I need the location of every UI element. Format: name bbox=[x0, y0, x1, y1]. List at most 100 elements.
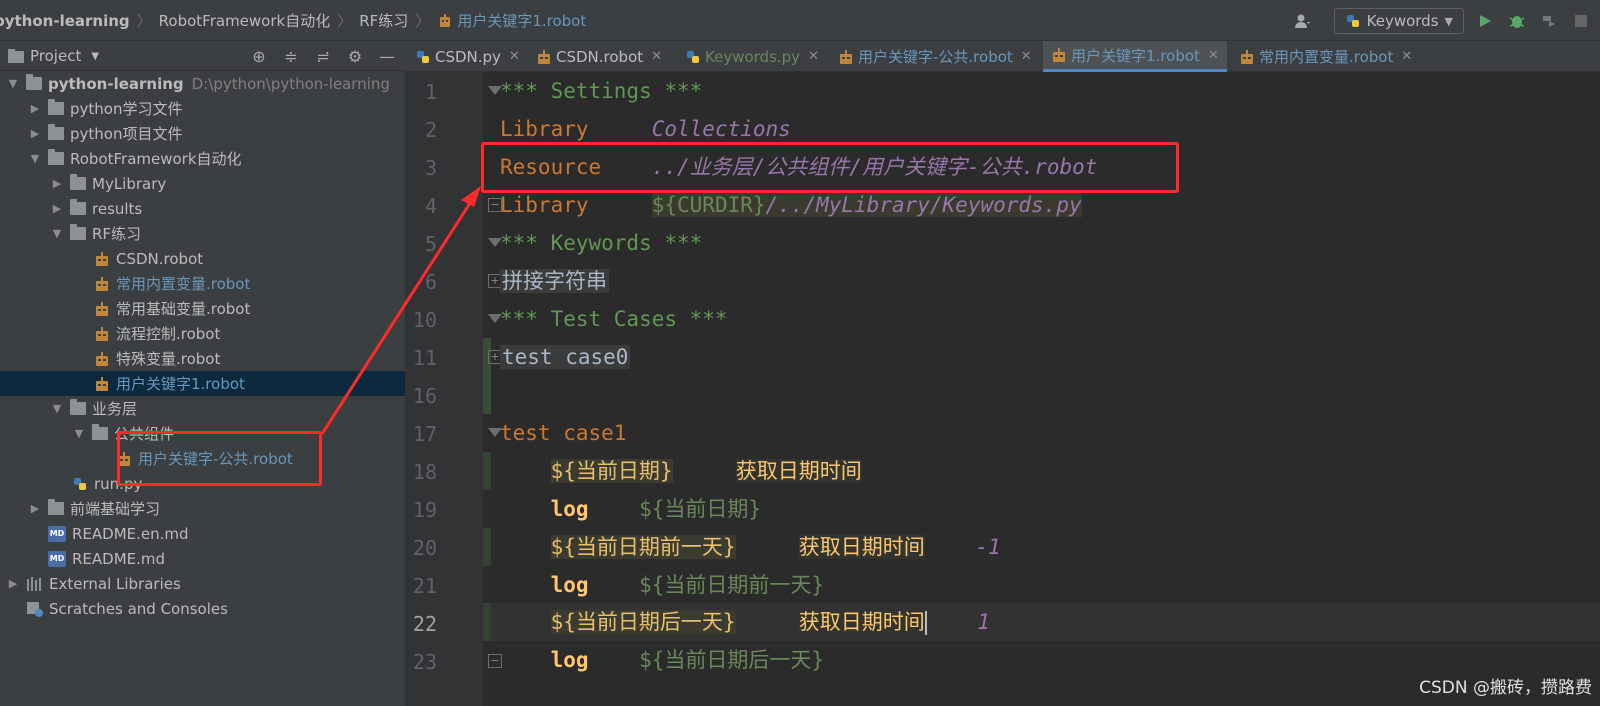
chevron-down-icon[interactable]: ▼ bbox=[28, 152, 42, 166]
tree-item-folder[interactable]: ▼ RobotFramework自动化 bbox=[0, 146, 405, 171]
breadcrumb-subfolder[interactable]: RF练习 bbox=[359, 10, 408, 31]
line-number: 3 bbox=[424, 156, 437, 180]
chevron-right-icon[interactable]: ▶ bbox=[50, 177, 64, 191]
tree-item-folder[interactable]: ▶ 前端基础学习 bbox=[0, 496, 405, 521]
collapse-all-icon[interactable]: ≓ bbox=[313, 46, 333, 66]
tab-keywords-py[interactable]: Keywords.py ✕ bbox=[677, 41, 827, 72]
chevron-down-icon[interactable]: ▼ bbox=[6, 77, 20, 91]
chevron-right-icon[interactable]: ▶ bbox=[6, 577, 20, 591]
tree-item-file[interactable]: MD README.md bbox=[0, 546, 405, 571]
chevron-down-icon[interactable]: ▼ bbox=[72, 427, 86, 441]
project-panel-header: Project ▼ ⊕ ≑ ≓ ⚙ — bbox=[0, 41, 405, 71]
tree-item-file[interactable]: CSDN.robot bbox=[0, 246, 405, 271]
tree-item-project-root[interactable]: ▼ python-learning D:\python\python-learnin… bbox=[0, 71, 405, 96]
code-line[interactable]: log ${当前日期前一天} bbox=[500, 566, 824, 604]
debug-icon[interactable] bbox=[1506, 10, 1528, 32]
folded-test-case[interactable]: test case0 bbox=[500, 345, 631, 369]
locate-icon[interactable]: ⊕ bbox=[249, 46, 269, 66]
tree-item-label: 业务层 bbox=[92, 400, 138, 418]
scratches-icon bbox=[27, 601, 43, 617]
code-line[interactable]: log ${当前日期} bbox=[500, 490, 761, 528]
setting-keyword: Library bbox=[500, 193, 589, 217]
tree-item-folder[interactable]: ▶ MyLibrary bbox=[0, 171, 405, 196]
expand-all-icon[interactable]: ≑ bbox=[281, 46, 301, 66]
code-line[interactable]: *** Keywords *** bbox=[500, 224, 702, 262]
close-icon[interactable]: ✕ bbox=[808, 49, 819, 64]
code-line[interactable]: test case1 bbox=[500, 414, 626, 452]
editor-tab-bar: CSDN.py ✕ CSDN.robot ✕ Keywords.py ✕ 用户关键字-… bbox=[405, 41, 1600, 72]
line-number: 10 bbox=[412, 308, 437, 332]
tree-item-folder[interactable]: ▶ python学习文件 bbox=[0, 96, 405, 121]
folded-keyword[interactable]: 拼接字符串 bbox=[500, 269, 609, 293]
robot-file-icon bbox=[96, 301, 108, 316]
tree-item-file[interactable]: MD README.en.md bbox=[0, 521, 405, 546]
project-view-selector[interactable]: Project ▼ bbox=[8, 47, 99, 65]
chevron-down-icon[interactable]: ▼ bbox=[50, 227, 64, 241]
tab-user-keywords-1[interactable]: 用户关键字1.robot ✕ bbox=[1043, 41, 1227, 72]
code-line[interactable]: *** Settings *** bbox=[500, 72, 702, 110]
chevron-right-icon: 〉 bbox=[136, 12, 152, 30]
code-line[interactable]: *** Test Cases *** bbox=[500, 300, 728, 338]
run-icon[interactable] bbox=[1474, 10, 1496, 32]
gear-icon[interactable]: ⚙ bbox=[345, 46, 365, 66]
close-icon[interactable]: ✕ bbox=[1208, 48, 1219, 63]
tab-label: CSDN.py bbox=[435, 47, 501, 66]
breadcrumb-file[interactable]: 用户关键字1.robot bbox=[457, 10, 586, 31]
minimize-icon[interactable]: — bbox=[377, 46, 397, 66]
tree-item-file-selected[interactable]: 用户关键字1.robot bbox=[0, 371, 405, 396]
code-line[interactable]: ${当前日期前一天} 获取日期时间 -1 bbox=[500, 528, 1001, 566]
variable: ${当前日期前一天} bbox=[550, 535, 736, 559]
tree-item-folder[interactable]: ▼ RF练习 bbox=[0, 221, 405, 246]
tree-item-label: 常用内置变量.robot bbox=[116, 275, 251, 293]
tab-builtin-variables[interactable]: 常用内置变量.robot ✕ bbox=[1231, 41, 1420, 72]
code-line[interactable]: test case0 bbox=[500, 338, 631, 376]
close-icon[interactable]: ✕ bbox=[509, 49, 520, 64]
tree-item-file[interactable]: 常用内置变量.robot bbox=[0, 271, 405, 296]
line-number: 18 bbox=[412, 460, 437, 484]
tree-item-external-libraries[interactable]: ▶ External Libraries bbox=[0, 571, 405, 596]
chevron-right-icon[interactable]: ▶ bbox=[28, 102, 42, 116]
chevron-right-icon[interactable]: ▶ bbox=[28, 127, 42, 141]
tree-item-label: python学习文件 bbox=[70, 100, 183, 118]
code-line[interactable]: ${当前日期} 获取日期时间 bbox=[500, 452, 862, 490]
stop-icon[interactable] bbox=[1570, 10, 1592, 32]
close-icon[interactable]: ✕ bbox=[1401, 49, 1412, 64]
tree-item-label: RF练习 bbox=[92, 225, 142, 243]
run-config-select[interactable]: Keywords ▼ bbox=[1333, 8, 1464, 34]
setting-value: /../MyLibrary/Keywords.py bbox=[765, 193, 1082, 217]
chevron-down-icon[interactable]: ▼ bbox=[50, 402, 64, 416]
tree-item-folder[interactable]: ▶ results bbox=[0, 196, 405, 221]
robot-file-icon bbox=[96, 251, 108, 266]
tree-item-scratches[interactable]: Scratches and Consoles bbox=[0, 596, 405, 621]
tree-item-file[interactable]: 特殊变量.robot bbox=[0, 346, 405, 371]
tab-csdn-robot[interactable]: CSDN.robot ✕ bbox=[528, 41, 670, 72]
variable: ${当前日期后一天} bbox=[639, 648, 825, 672]
user-icon[interactable] bbox=[1294, 9, 1324, 33]
tree-item-label: 用户关键字1.robot bbox=[116, 375, 245, 393]
close-icon[interactable]: ✕ bbox=[1021, 49, 1032, 64]
close-icon[interactable]: ✕ bbox=[651, 49, 662, 64]
chevron-right-icon[interactable]: ▶ bbox=[50, 202, 64, 216]
code-line[interactable]: log ${当前日期后一天} bbox=[500, 641, 824, 679]
run-config-label: Keywords bbox=[1366, 12, 1439, 30]
tree-item-label: 前端基础学习 bbox=[70, 500, 161, 518]
tree-item-file[interactable]: 常用基础变量.robot bbox=[0, 296, 405, 321]
folder-icon bbox=[8, 49, 24, 63]
tree-item-folder[interactable]: ▼ 业务层 bbox=[0, 396, 405, 421]
code-line-current[interactable]: ${当前日期后一天} 获取日期时间 1 bbox=[500, 603, 990, 641]
folder-icon bbox=[26, 74, 42, 90]
tree-item-file[interactable]: 流程控制.robot bbox=[0, 321, 405, 346]
breadcrumb-project[interactable]: python-learning bbox=[0, 12, 130, 30]
coverage-icon[interactable] bbox=[1538, 10, 1560, 32]
tab-label: 用户关键字1.robot bbox=[1071, 46, 1200, 65]
tab-csdn-py[interactable]: CSDN.py ✕ bbox=[407, 41, 528, 72]
tab-user-keywords-common[interactable]: 用户关键字-公共.robot ✕ bbox=[830, 41, 1040, 72]
line-number: 6 bbox=[424, 270, 437, 294]
chevron-right-icon: 〉 bbox=[415, 12, 431, 30]
robot-file-icon bbox=[96, 376, 108, 391]
tree-item-folder[interactable]: ▶ python项目文件 bbox=[0, 121, 405, 146]
argument: 1 bbox=[977, 610, 990, 634]
code-line[interactable]: 拼接字符串 bbox=[500, 262, 609, 300]
chevron-right-icon[interactable]: ▶ bbox=[28, 502, 42, 516]
breadcrumb-folder[interactable]: RobotFramework自动化 bbox=[159, 10, 331, 31]
